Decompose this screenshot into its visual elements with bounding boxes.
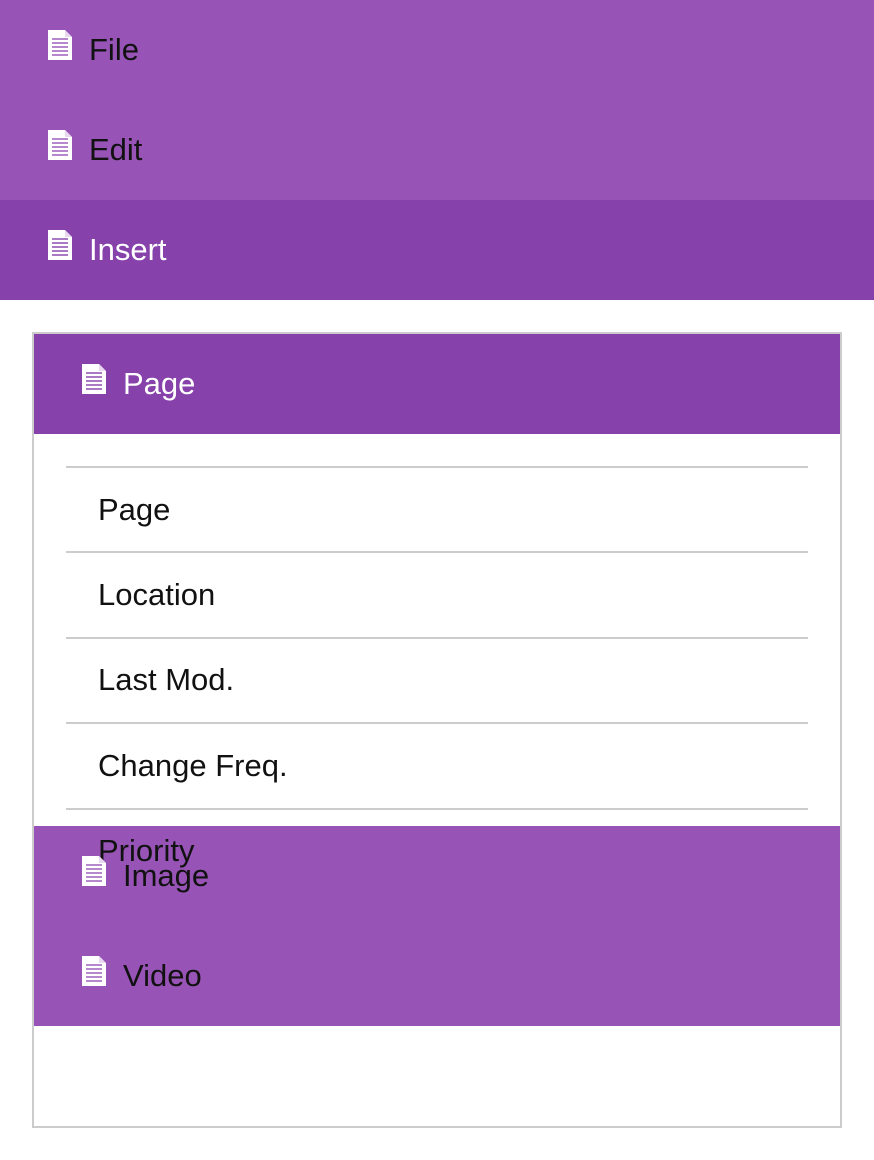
insert-submenu: Page Page Location Last Mod. Change Freq… (32, 332, 842, 1128)
menu-item-file[interactable]: File (0, 0, 874, 100)
main-menu: File Edit Insert (0, 0, 874, 300)
option-change-freq[interactable]: Change Freq. (66, 724, 808, 810)
submenu-header-label: Page (123, 366, 196, 401)
document-icon (48, 130, 72, 160)
menu-item-label: File (89, 32, 139, 67)
menu-item-insert[interactable]: Insert (0, 200, 874, 300)
option-last-mod[interactable]: Last Mod. (66, 639, 808, 725)
document-icon (82, 364, 106, 394)
submenu-item-page[interactable]: Page (34, 334, 840, 434)
submenu-item-label: Image (123, 858, 210, 893)
option-location[interactable]: Location (66, 553, 808, 639)
submenu-item-video[interactable]: Video (34, 926, 840, 1026)
submenu-item-label: Video (123, 958, 202, 993)
menu-item-label: Insert (89, 232, 167, 267)
option-page[interactable]: Page (66, 468, 808, 554)
menu-item-edit[interactable]: Edit (0, 100, 874, 200)
document-icon (48, 30, 72, 60)
menu-item-label: Edit (89, 132, 143, 167)
page-options-panel: Page Location Last Mod. Change Freq. Pri… (34, 434, 840, 895)
document-icon (82, 856, 106, 886)
document-icon (48, 230, 72, 260)
document-icon (82, 956, 106, 986)
